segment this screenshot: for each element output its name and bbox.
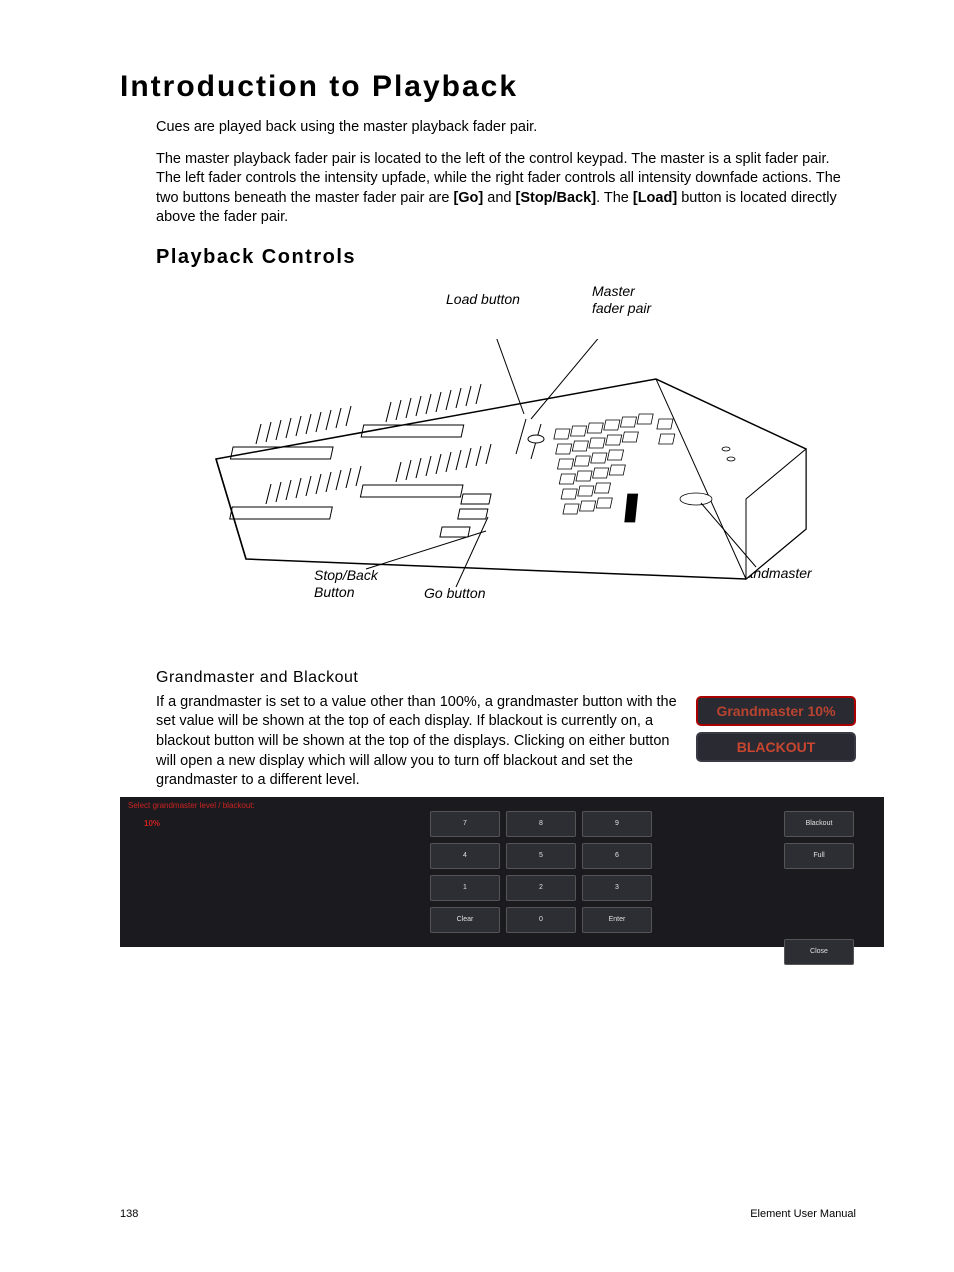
page-title: Introduction to Playback: [120, 70, 856, 104]
key-7[interactable]: 7: [430, 811, 500, 837]
intro-paragraph-2: The master playback fader pair is locate…: [156, 150, 856, 228]
load-key-ref: [Load]: [633, 190, 677, 206]
subsection-title: Grandmaster and Blackout: [156, 669, 856, 687]
key-3[interactable]: 3: [582, 875, 652, 901]
section-title: Playback Controls: [156, 246, 856, 269]
blackout-button[interactable]: BLACKOUT: [696, 732, 856, 762]
keypad-grid: 7 8 9 4 5 6 1 2 3 Clear 0 Enter: [430, 811, 652, 933]
page-footer: 138 Element User Manual: [120, 1208, 856, 1220]
key-1[interactable]: 1: [430, 875, 500, 901]
side-close-button[interactable]: Close: [784, 939, 854, 965]
keypad-side-buttons: Blackout Full Close: [784, 811, 854, 965]
doc-title: Element User Manual: [750, 1208, 856, 1220]
display-badges: Grandmaster 10% BLACKOUT: [696, 696, 864, 768]
side-full-button[interactable]: Full: [784, 843, 854, 869]
keypad-value: 10%: [144, 819, 160, 828]
keypad-prompt: Select grandmaster level / blackout:: [128, 801, 255, 810]
label-master-fader-pair: Master fader pair: [592, 283, 652, 317]
key-0[interactable]: 0: [506, 907, 576, 933]
intro-text: and: [483, 190, 515, 206]
key-5[interactable]: 5: [506, 843, 576, 869]
key-9[interactable]: 9: [582, 811, 652, 837]
grandmaster-button[interactable]: Grandmaster 10%: [696, 696, 856, 726]
page-number: 138: [120, 1208, 138, 1220]
subsection-body: If a grandmaster is set to a value other…: [156, 693, 686, 791]
key-enter[interactable]: Enter: [582, 907, 652, 933]
key-clear[interactable]: Clear: [430, 907, 500, 933]
go-key-ref: [Go]: [453, 190, 483, 206]
key-2[interactable]: 2: [506, 875, 576, 901]
intro-text-block: Cues are played back using the master pl…: [156, 118, 856, 228]
intro-paragraph-1: Cues are played back using the master pl…: [156, 118, 856, 138]
side-blackout-button[interactable]: Blackout: [784, 811, 854, 837]
label-load-button: Load button: [446, 291, 520, 308]
key-4[interactable]: 4: [430, 843, 500, 869]
lighting-console-icon: [186, 339, 826, 619]
intro-text: . The: [596, 190, 633, 206]
grandmaster-keypad-panel: Select grandmaster level / blackout: 10%…: [120, 797, 884, 947]
stopback-key-ref: [Stop/Back]: [515, 190, 596, 206]
key-6[interactable]: 6: [582, 843, 652, 869]
key-8[interactable]: 8: [506, 811, 576, 837]
playback-controls-diagram: Load button Master fader pair Stop/Back …: [156, 279, 856, 639]
